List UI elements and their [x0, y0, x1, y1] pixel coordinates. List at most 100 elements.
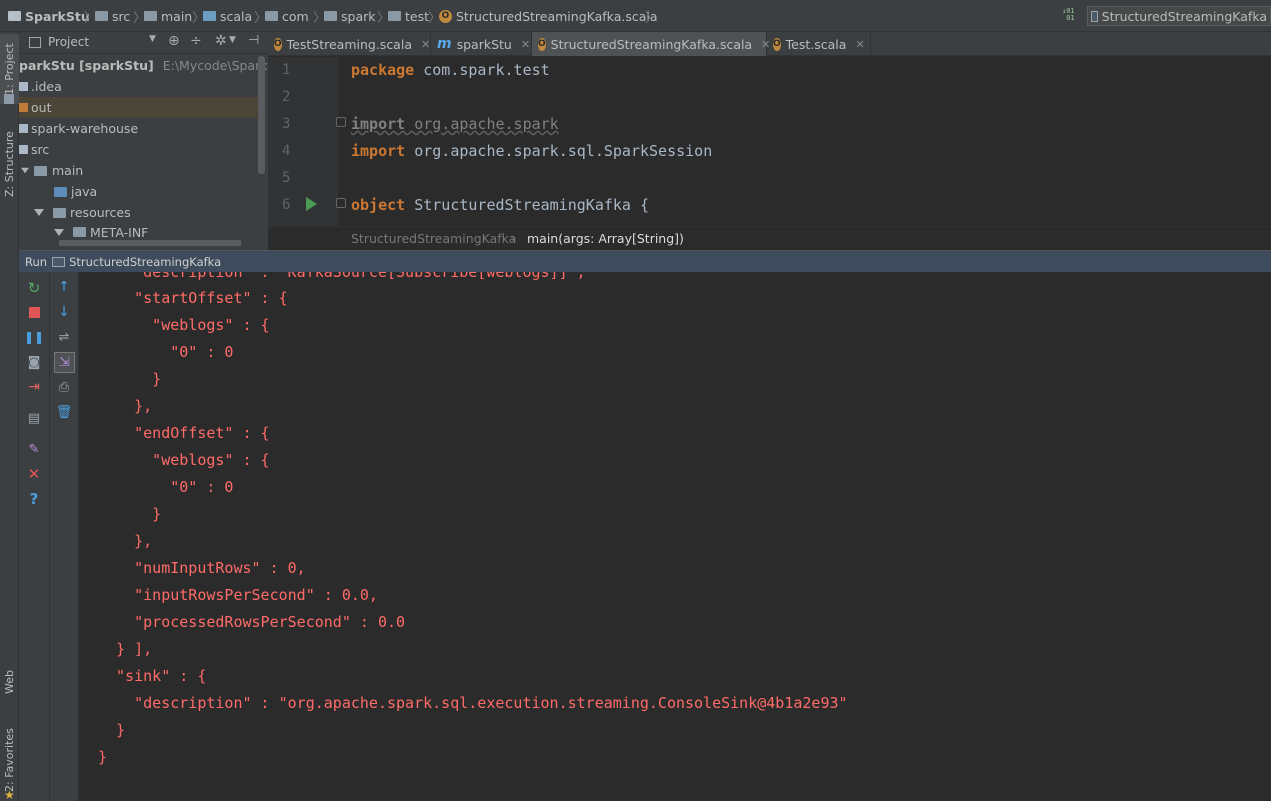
dropdown-arrow-icon[interactable]: ▼	[149, 34, 156, 44]
package-icon	[265, 11, 278, 21]
line-number: 4	[282, 143, 291, 159]
tree-item-main[interactable]: main	[19, 160, 259, 181]
run-panel-header: Run StructuredStreamingKafka	[19, 250, 1271, 272]
sort-binary-icon[interactable]: ↓01 01	[1062, 8, 1078, 24]
web-tool-tab[interactable]: Web	[0, 657, 19, 707]
console-line: "description" : "KafkaSource[Subscribe[w…	[98, 272, 586, 281]
soft-wrap-icon[interactable]: ⇌	[55, 328, 73, 346]
close-icon[interactable]: ✕	[421, 38, 430, 51]
folder-icon	[19, 145, 28, 154]
console-line: },	[98, 532, 153, 550]
root-module-name: parkStu [sparkStu]	[19, 58, 154, 73]
rerun-icon[interactable]: ↻	[25, 279, 43, 297]
arrow-down-icon[interactable]: ↓	[55, 303, 73, 321]
horizontal-scrollbar[interactable]	[59, 240, 241, 246]
crumb-project[interactable]: SparkStu	[8, 8, 90, 24]
expand-arrow-icon[interactable]	[54, 228, 64, 236]
tree-root[interactable]: parkStu [sparkStu] E:\Mycode\SparkStu	[19, 55, 288, 76]
run-config-tab[interactable]: StructuredStreamingKafka	[69, 255, 221, 269]
close-icon[interactable]: ✕	[521, 38, 530, 51]
keyword: package	[351, 61, 415, 79]
expand-arrow-icon[interactable]	[34, 209, 44, 216]
project-tool-icon	[4, 94, 14, 104]
tab-teststreaming[interactable]: O TestStreaming.scala ✕	[268, 32, 431, 56]
help-icon[interactable]: ?	[25, 490, 43, 508]
crumb-main[interactable]: main	[144, 8, 192, 24]
tree-item-label: spark-warehouse	[31, 121, 139, 136]
code-line-4: import org.apache.spark.sql.SparkSession	[351, 142, 712, 160]
close-icon[interactable]: ✕	[25, 465, 43, 483]
scroll-to-end-icon[interactable]: ⇲	[54, 352, 75, 373]
folder-icon	[19, 82, 28, 91]
tab-label: TestStreaming.scala	[286, 36, 412, 52]
breadcrumb-method[interactable]: main(args: Array[String])	[527, 231, 684, 246]
excluded-folder-icon	[19, 103, 28, 112]
code-editor[interactable]: 1 2 3 4 5 6 package com.spark.test impor…	[268, 57, 1271, 226]
tab-label: StructuredStreamingKafka.scala	[550, 36, 753, 52]
web-tool-tab-label: Web	[3, 670, 16, 694]
gear-dropdown-icon[interactable]: ▼	[229, 35, 236, 45]
breadcrumb-object[interactable]: StructuredStreamingKafka	[351, 231, 516, 246]
tab-test[interactable]: O Test.scala ✕	[767, 32, 871, 56]
tree-item-resources[interactable]: resources	[19, 202, 259, 223]
console-line: }	[98, 370, 162, 388]
dump-threads-icon[interactable]: ◙	[25, 353, 43, 371]
run-config-dropdown[interactable]: StructuredStreamingKafka	[1087, 6, 1271, 26]
trash-icon[interactable]: 🗑	[55, 403, 73, 421]
keyword: object	[351, 196, 406, 214]
code-line-6: object StructuredStreamingKafka {	[351, 196, 649, 214]
gear-icon[interactable]: ✲	[215, 33, 227, 49]
console-line: "numInputRows" : 0,	[98, 559, 306, 577]
scala-object-icon: O	[538, 37, 546, 51]
code-text: StructuredStreamingKafka {	[405, 196, 650, 214]
hide-panel-icon[interactable]: ⊣	[248, 33, 259, 48]
console-line: "weblogs" : {	[98, 451, 270, 469]
crumb-file[interactable]: O StructuredStreamingKafka.scala	[439, 8, 658, 24]
crumb-com[interactable]: com	[265, 8, 309, 24]
tab-structuredstreamingkafka[interactable]: O StructuredStreamingKafka.scala ✕	[532, 32, 770, 56]
tree-item-meta-inf[interactable]: META-INF	[19, 222, 259, 242]
stop-icon[interactable]	[25, 303, 43, 321]
console-line: "startOffset" : {	[98, 289, 288, 307]
crumb-test[interactable]: test	[388, 8, 429, 24]
print-icon[interactable]: ⎙	[55, 378, 73, 396]
console-output[interactable]: "description" : "KafkaSource[Subscribe[w…	[80, 272, 1271, 801]
run-toolbar: ↻ ❚❚ ◙ ⇥ ▤ ✎ ✕ ? ↑ ↓ ⇌ ⇲ ⎙ 🗑	[19, 272, 79, 801]
collapse-all-icon[interactable]: ÷	[190, 33, 202, 49]
expand-arrow-icon[interactable]	[21, 167, 29, 174]
arrow-up-icon[interactable]: ↑	[55, 278, 73, 296]
exit-icon[interactable]: ⇥	[25, 378, 43, 396]
fold-icon[interactable]	[336, 117, 346, 127]
crumb-scala[interactable]: scala	[203, 8, 252, 24]
run-gutter-icon[interactable]	[306, 197, 317, 211]
line-number: 1	[282, 62, 291, 78]
project-folder-icon	[8, 11, 21, 21]
tab-sparkstu[interactable]: m sparkStu ✕	[431, 32, 532, 56]
crumb-spark[interactable]: spark	[324, 8, 376, 24]
structure-tool-tab[interactable]: Z: Structure	[0, 122, 19, 206]
console-line: "description" : "org.apache.spark.sql.ex…	[98, 694, 848, 712]
tree-item-idea[interactable]: .idea	[19, 76, 259, 97]
console-line: "0" : 0	[98, 478, 234, 496]
package-icon	[388, 11, 401, 21]
resources-folder-icon	[53, 207, 66, 218]
pin-icon[interactable]: ✎	[25, 440, 43, 458]
scroll-from-source-icon[interactable]: ⊕	[168, 33, 180, 49]
vertical-scrollbar[interactable]	[258, 56, 265, 174]
tree-item-out[interactable]: out	[19, 97, 259, 118]
scala-object-icon: O	[439, 9, 452, 23]
crumb-src[interactable]: src	[95, 8, 130, 24]
editor-gutter: 1 2 3 4 5 6	[268, 57, 346, 226]
console-line: }	[98, 505, 162, 523]
crumb-label: scala	[220, 8, 253, 24]
pause-icon[interactable]: ❚❚	[24, 328, 44, 346]
layout-icon[interactable]: ▤	[25, 409, 43, 427]
editor-breadcrumb: StructuredStreamingKafka › main(args: Ar…	[268, 226, 1271, 250]
close-icon[interactable]: ✕	[855, 38, 864, 51]
project-view-selector[interactable]: Project	[48, 35, 89, 49]
tree-item-src[interactable]: src	[19, 139, 259, 160]
tree-item-java[interactable]: java	[19, 181, 259, 202]
tree-item-spark-warehouse[interactable]: spark-warehouse	[19, 118, 259, 139]
navigation-bar: SparkStu 〉 src 〉 main 〉 scala 〉 com 〉 sp…	[0, 0, 1271, 32]
fold-icon[interactable]	[336, 198, 346, 208]
